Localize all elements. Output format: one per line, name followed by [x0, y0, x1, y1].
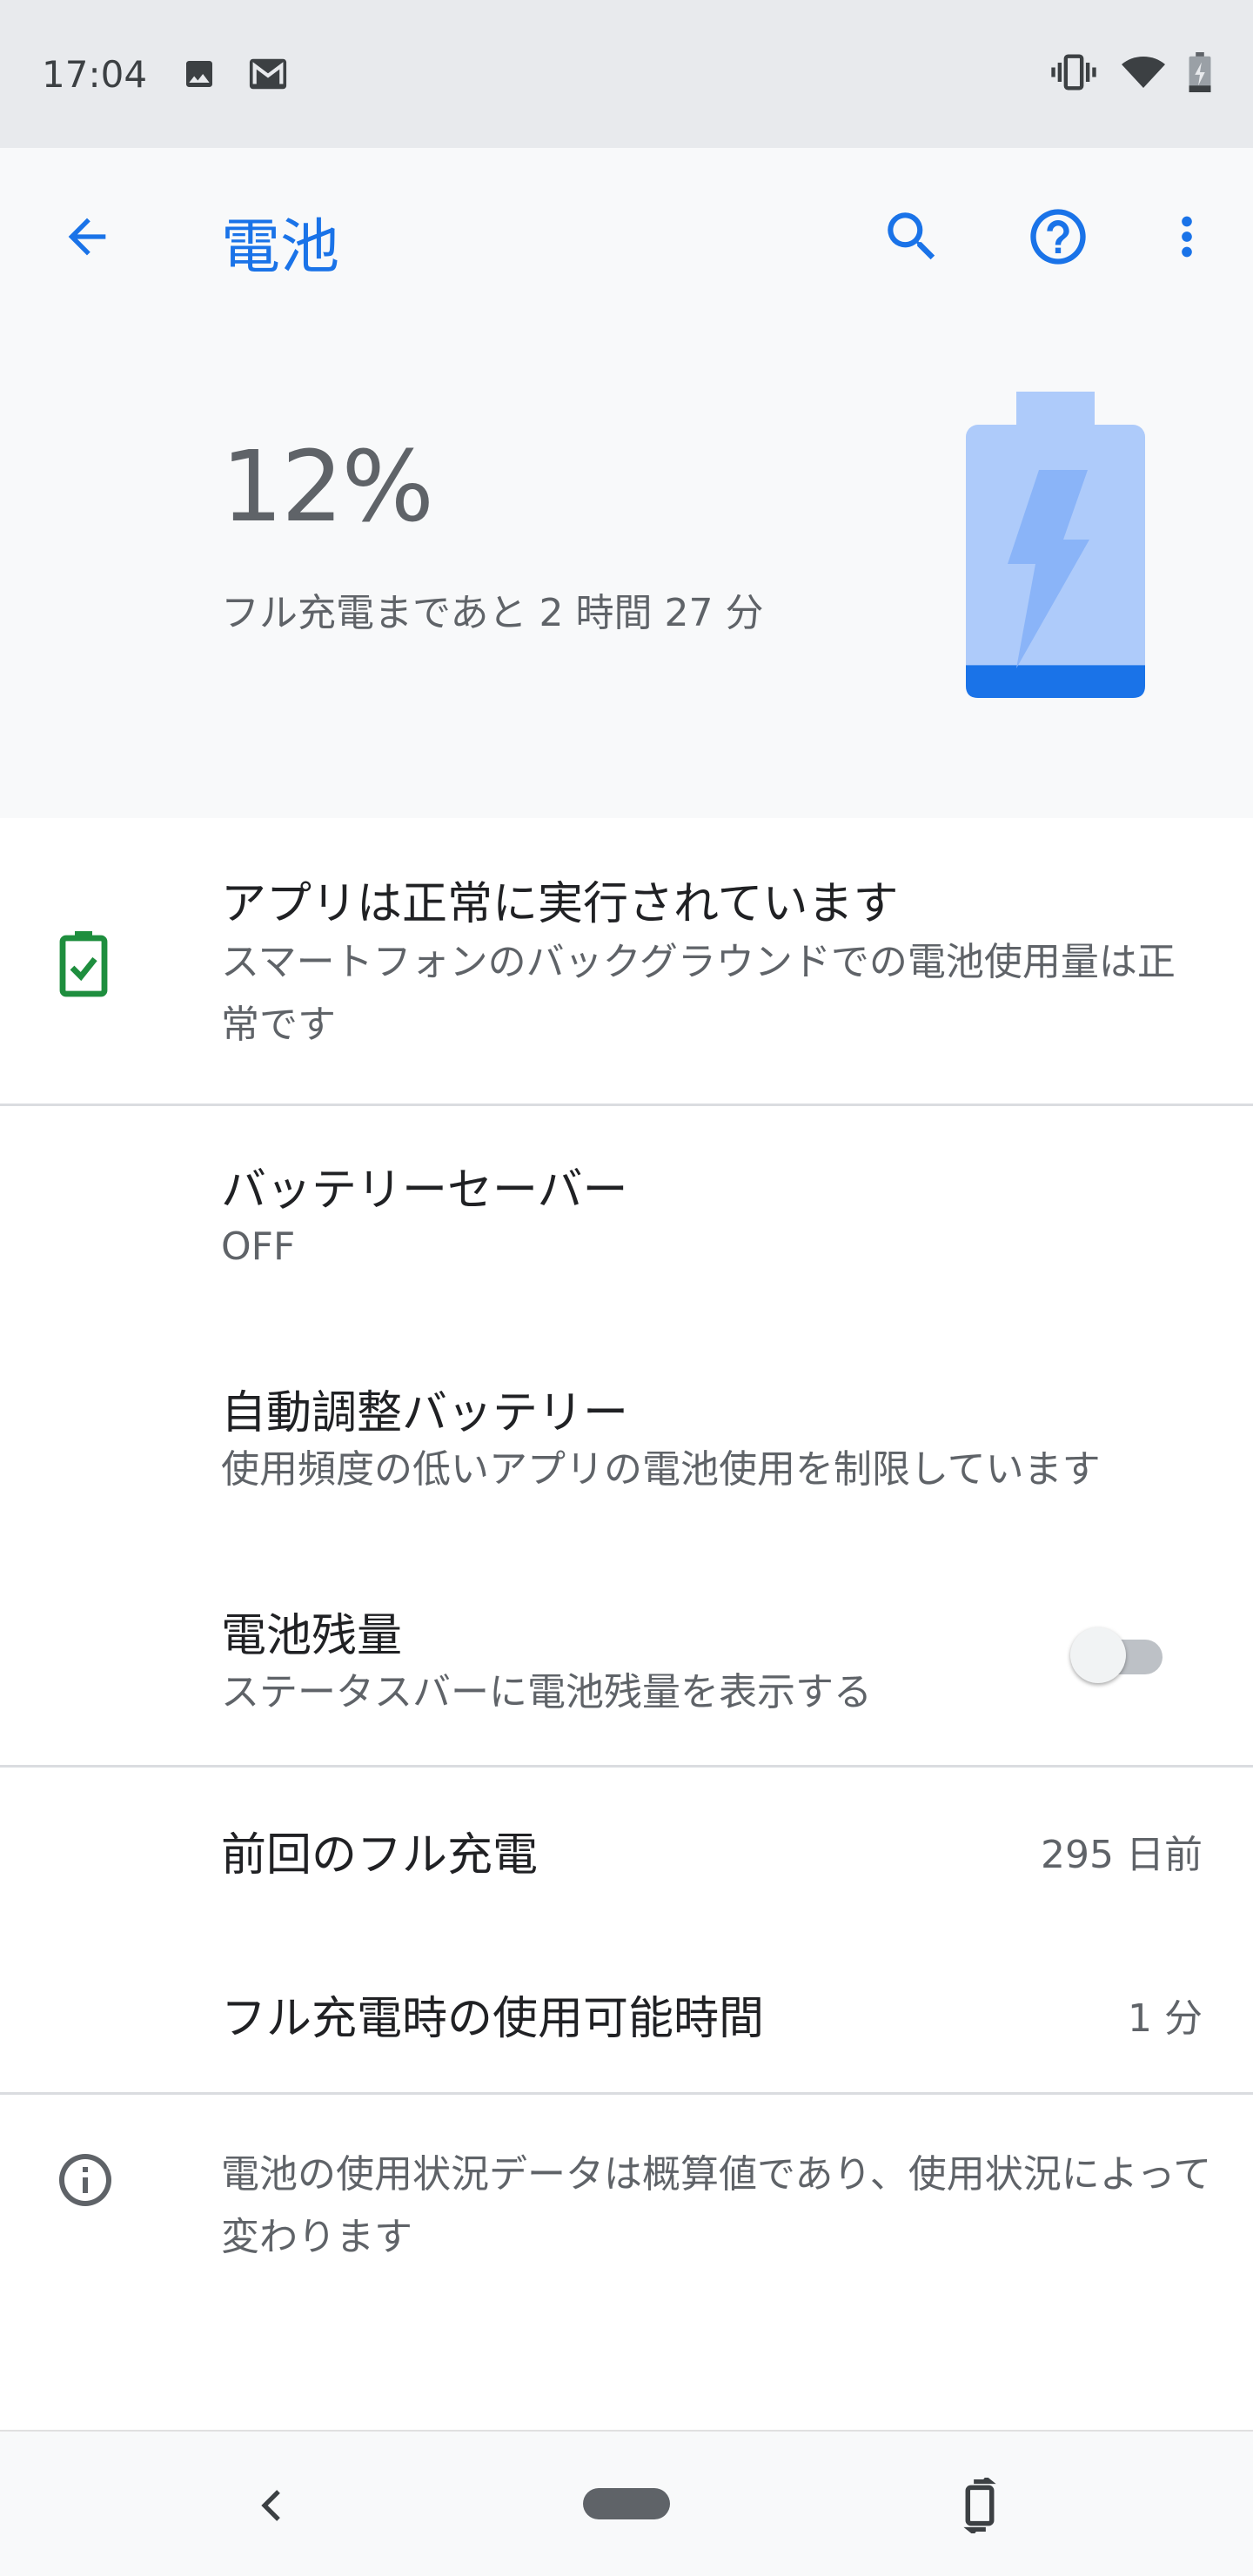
screen-usage-label: フル充電時の使用可能時間 [221, 1993, 765, 2045]
battery-charging-icon [1189, 52, 1211, 96]
status-title: アプリは正常に実行されています [221, 878, 899, 930]
battery-percentage: 12% [221, 431, 434, 544]
rotate-icon[interactable] [936, 2466, 1023, 2545]
battery-header: 電池 12% フル充電まであと 2 時間 27 分 [0, 148, 1253, 818]
adaptive-battery-subtitle: 使用頻度の低いアプリの電池使用を制限しています [221, 1447, 1101, 1492]
more-vert-icon[interactable] [1150, 200, 1223, 273]
battery-check-icon [59, 931, 108, 1001]
search-icon[interactable] [875, 200, 948, 273]
battery-percentage-subtitle: ステータスバーに電池残量を表示する [221, 1670, 872, 1714]
info-text: 電池の使用状況データは概算値であり、使用状況によって変わります [221, 2152, 1212, 2259]
app-status-item[interactable]: アプリは正常に実行されています スマートフォンのバックグラウンドでの電池使用量は… [0, 818, 1253, 1104]
vibrate-icon [1049, 53, 1098, 95]
last-full-charge-label: 前回のフル充電 [221, 1829, 539, 1882]
gmail-icon [248, 57, 288, 91]
last-full-charge-item: 前回のフル充電 295 日前 [0, 1768, 1253, 1931]
info-icon [54, 2149, 117, 2215]
image-icon [182, 57, 217, 91]
battery-saver-item[interactable]: バッテリーセーバー OFF [0, 1106, 1253, 1329]
navigation-bar [0, 2430, 1253, 2576]
battery-level-graphic [966, 392, 1145, 701]
home-pill[interactable] [583, 2488, 670, 2519]
status-subtitle: スマートフォンのバックグラウンドでの電池使用量は正常です [221, 940, 1176, 1047]
adaptive-battery-title: 自動調整バッテリー [221, 1387, 629, 1439]
nav-back-icon[interactable] [228, 2466, 315, 2545]
page-title: 電池 [221, 213, 340, 282]
battery-percentage-item[interactable]: 電池残量 ステータスバーに電池残量を表示する [0, 1552, 1253, 1768]
battery-percentage-title: 電池残量 [221, 1610, 403, 1662]
info-footer: 電池の使用状況データは概算値であり、使用状況によって変わります [0, 2095, 1253, 2356]
status-bar: 17:04 [0, 0, 1253, 148]
back-arrow-icon[interactable] [50, 200, 124, 273]
adaptive-battery-item[interactable]: 自動調整バッテリー 使用頻度の低いアプリの電池使用を制限しています [0, 1329, 1253, 1552]
status-right-icons [1049, 52, 1211, 96]
help-icon[interactable] [1022, 200, 1095, 273]
last-full-charge-value: 295 日前 [1041, 1833, 1203, 1877]
charge-time-remaining: フル充電まであと 2 時間 27 分 [221, 591, 764, 635]
battery-saver-status: OFF [221, 1224, 296, 1269]
status-time: 17:04 [42, 52, 148, 96]
screen-usage-value: 1 分 [1128, 1996, 1203, 2041]
screen-usage-item: フル充電時の使用可能時間 1 分 [0, 1931, 1253, 2092]
battery-percentage-toggle[interactable] [1069, 1624, 1169, 1683]
battery-saver-title: バッテリーセーバー [221, 1164, 628, 1217]
wifi-icon [1121, 55, 1166, 93]
toggle-thumb [1070, 1627, 1126, 1683]
app-bar: 電池 [0, 148, 1253, 322]
